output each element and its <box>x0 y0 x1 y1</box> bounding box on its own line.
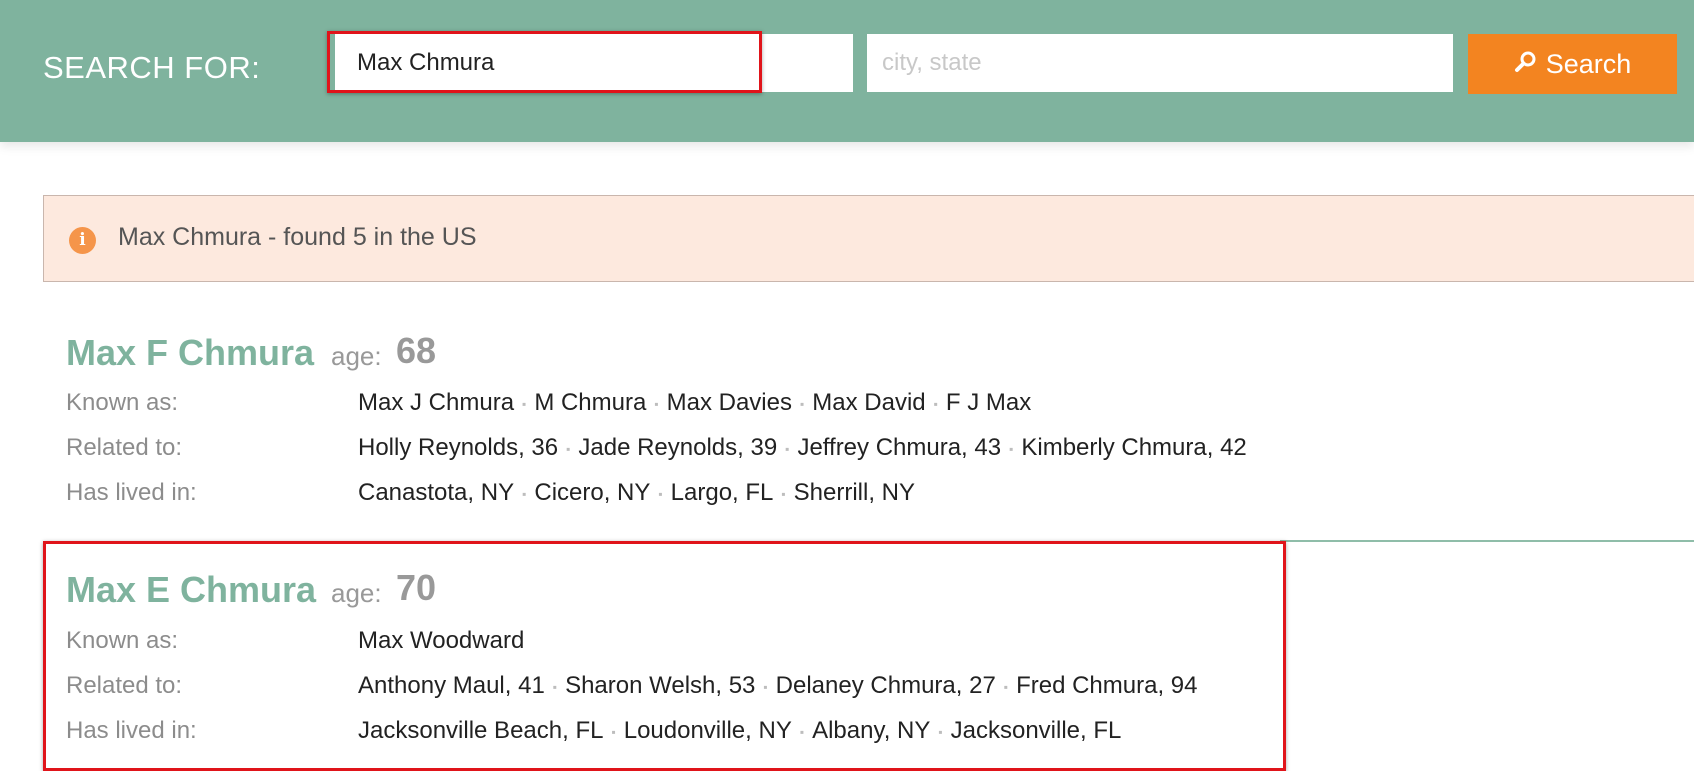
separator-dot: ▪ <box>522 486 527 501</box>
list-item[interactable]: Max David <box>812 389 925 416</box>
separator-dot: ▪ <box>522 396 527 411</box>
name-input-container[interactable] <box>335 34 853 92</box>
separator-dot: ▪ <box>654 396 659 411</box>
separator-dot: ▪ <box>938 724 943 739</box>
search-header: SEARCH FOR: Search <box>0 0 1694 142</box>
search-icon <box>1514 49 1538 80</box>
list-item[interactable]: Largo, FL <box>671 479 774 506</box>
list-item[interactable]: Max Davies <box>667 389 792 416</box>
list-item[interactable]: Max J Chmura <box>358 389 514 416</box>
list-item[interactable]: Canastota, NY <box>358 479 514 506</box>
list-item[interactable]: M Chmura <box>534 389 646 416</box>
results-info-banner: i Max Chmura - found 5 in the US <box>43 195 1694 282</box>
separator-dot: ▪ <box>552 679 558 694</box>
list-item[interactable]: Sharon Welsh, 53 <box>565 672 755 699</box>
known-as-label: Known as: <box>66 389 179 416</box>
location-search-input[interactable] <box>867 34 1453 92</box>
separator-dot: ▪ <box>799 724 805 739</box>
age-value: 68 <box>396 330 437 371</box>
has-lived-in-label: Has lived in: <box>66 717 197 744</box>
separator-dot: ▪ <box>781 486 786 501</box>
related-to-label: Related to: <box>66 672 183 699</box>
separator-dot: ▪ <box>763 679 768 694</box>
separator-dot: ▪ <box>658 486 663 501</box>
separator-dot: ▪ <box>566 441 571 456</box>
search-button[interactable]: Search <box>1468 34 1677 94</box>
person-name-link[interactable]: Max F Chmura <box>66 332 314 374</box>
has-lived-in-list: Jacksonville Beach, FL ▪ Loudonville, NY ▪ A… <box>358 717 1121 745</box>
separator-dot: ▪ <box>933 396 938 411</box>
separator-dot: ▪ <box>1003 679 1009 694</box>
related-to-label: Related to: <box>66 434 183 461</box>
list-item[interactable]: Kimberly Chmura, 42 <box>1021 434 1246 461</box>
has-lived-in-list: Canastota, NY ▪ Cicero, NY ▪ Largo, FL ▪ Sherr… <box>358 479 915 507</box>
list-item[interactable]: F J Max <box>946 389 1031 416</box>
list-item[interactable]: Jeffrey Chmura, 43 <box>797 434 1001 461</box>
search-button-label: Search <box>1545 48 1632 79</box>
known-as-label: Known as: <box>66 627 179 654</box>
list-item[interactable]: Delaney Chmura, 27 <box>776 672 996 699</box>
list-item[interactable]: Holly Reynolds, 36 <box>358 434 558 461</box>
name-search-input[interactable] <box>335 34 853 92</box>
list-item[interactable]: Cicero, NY <box>534 479 650 506</box>
list-item[interactable]: Jade Reynolds, 39 <box>578 434 777 461</box>
related-to-list: Holly Reynolds, 36 ▪ Jade Reynolds, 39 ▪ Jef… <box>358 434 1247 462</box>
results-count-text: Max Chmura - found 5 in the US <box>118 223 477 251</box>
known-as-list: Max Woodward <box>358 627 524 655</box>
list-item[interactable]: Jacksonville, FL <box>951 717 1122 744</box>
separator-dot: ▪ <box>785 441 790 456</box>
known-as-list: Max J Chmura ▪ M Chmura ▪ Max Davies ▪ Max Dav… <box>358 389 1031 417</box>
list-item[interactable]: Loudonville, NY <box>624 717 792 744</box>
has-lived-in-label: Has lived in: <box>66 479 197 506</box>
age-label: age: <box>331 578 382 608</box>
age-value: 70 <box>396 567 437 608</box>
age-label: age: <box>331 341 382 371</box>
related-to-list: Anthony Maul, 41 ▪ Sharon Welsh, 53 ▪ Delane… <box>358 672 1197 700</box>
search-for-label: SEARCH FOR: <box>43 50 261 85</box>
person-name-link[interactable]: Max E Chmura <box>66 569 316 611</box>
separator-dot: ▪ <box>799 396 805 411</box>
list-item[interactable]: Fred Chmura, 94 <box>1016 672 1197 699</box>
list-item[interactable]: Max Woodward <box>358 627 524 654</box>
separator-dot: ▪ <box>1009 441 1014 456</box>
list-item[interactable]: Jacksonville Beach, FL <box>358 717 603 744</box>
info-icon: i <box>69 227 96 254</box>
result-divider <box>1280 540 1694 542</box>
list-item[interactable]: Anthony Maul, 41 <box>358 672 545 699</box>
list-item[interactable]: Albany, NY <box>812 717 930 744</box>
separator-dot: ▪ <box>611 724 616 739</box>
list-item[interactable]: Sherrill, NY <box>794 479 915 506</box>
